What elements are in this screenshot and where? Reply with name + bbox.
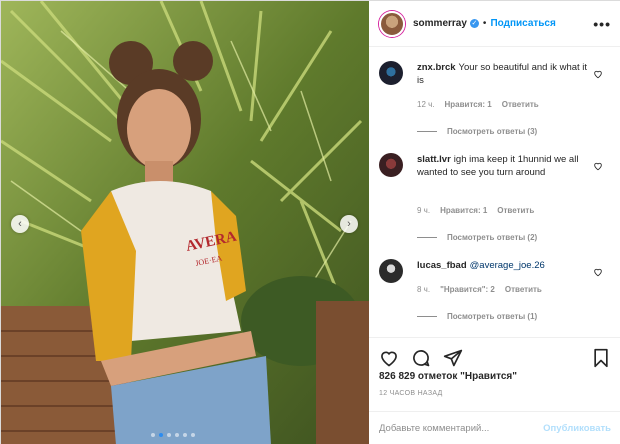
commenter-avatar[interactable]	[379, 259, 403, 283]
separator-dot: •	[482, 18, 487, 29]
view-replies-button[interactable]: Посмотреть ответы (1)	[417, 312, 537, 321]
publish-button[interactable]: Опубликовать	[543, 423, 611, 434]
carousel-dot	[191, 433, 195, 437]
chevron-left-icon: ‹	[18, 218, 22, 230]
share-icon[interactable]	[443, 348, 463, 368]
view-replies-label: Посмотреть ответы (2)	[447, 233, 538, 242]
view-replies-button[interactable]: Посмотреть ответы (2)	[417, 233, 537, 242]
replies-divider	[417, 316, 437, 317]
more-options-button[interactable]: •••	[593, 16, 611, 32]
comment-time: 8 ч.	[417, 285, 431, 294]
view-replies-button[interactable]: Посмотреть ответы (3)	[417, 127, 537, 136]
comments-list: znx.brck Your so beautiful and ik what it…	[369, 47, 620, 337]
comment-input[interactable]	[379, 423, 544, 434]
reply-button[interactable]: Ответить	[502, 100, 539, 109]
post-sidebar: sommerray ✓ • Подписаться ••• znx.brck Yo…	[369, 1, 620, 444]
commenter-avatar[interactable]	[379, 153, 403, 177]
author-username[interactable]: sommerray	[413, 18, 467, 29]
comment-meta: 12 ч. Нравится: 1 Ответить	[417, 100, 539, 109]
carousel-dot	[151, 433, 155, 437]
comment-text: lucas_fbad @average_joe.26	[417, 259, 589, 272]
carousel-dot	[183, 433, 187, 437]
add-comment-bar: Опубликовать	[369, 411, 620, 444]
like-comment-heart-icon[interactable]	[593, 161, 603, 171]
like-comment-heart-icon[interactable]	[593, 267, 603, 277]
comment-time: 9 ч.	[417, 206, 431, 215]
post-modal: AVERA JOE·EA ‹ › sommerray ✓ • Подписать…	[0, 0, 620, 444]
chevron-right-icon: ›	[347, 218, 351, 230]
replies-divider	[417, 131, 437, 132]
previous-photo-button[interactable]: ‹	[11, 215, 29, 233]
comment-likes[interactable]: "Нравится": 2	[440, 285, 495, 294]
likes-count[interactable]: 826 829 отметок "Нравится"	[379, 371, 517, 382]
comment-likes[interactable]: Нравится: 1	[445, 100, 492, 109]
view-replies-label: Посмотреть ответы (3)	[447, 127, 538, 136]
reply-button[interactable]: Ответить	[505, 285, 542, 294]
next-photo-button[interactable]: ›	[340, 215, 358, 233]
reply-button[interactable]: Ответить	[497, 206, 534, 215]
bookmark-icon[interactable]	[591, 348, 611, 368]
post-timestamp: 12 ЧАСОВ НАЗАД	[379, 390, 443, 397]
commenter-username[interactable]: lucas_fbad	[417, 260, 467, 271]
like-comment-heart-icon[interactable]	[593, 69, 603, 79]
carousel-dot	[167, 433, 171, 437]
heart-icon[interactable]	[379, 348, 399, 368]
comment-meta: 9 ч. Нравится: 1 Ответить	[417, 206, 534, 215]
comment-likes[interactable]: Нравится: 1	[440, 206, 487, 215]
carousel-indicator	[151, 433, 195, 437]
comment-text: znx.brck Your so beautiful and ik what it…	[417, 61, 589, 87]
verified-icon: ✓	[469, 19, 479, 28]
author-avatar[interactable]	[379, 10, 405, 37]
post-header: sommerray ✓ • Подписаться •••	[369, 1, 620, 47]
comment-mention[interactable]: @average_joe.26	[470, 260, 545, 271]
commenter-username[interactable]: znx.brck	[417, 62, 456, 73]
carousel-dot-active	[159, 433, 163, 437]
photo-illustration: AVERA JOE·EA	[1, 1, 369, 444]
view-replies-label: Посмотреть ответы (1)	[447, 312, 538, 321]
replies-divider	[417, 237, 437, 238]
carousel-dot	[175, 433, 179, 437]
comment-meta: 8 ч. "Нравится": 2 Ответить	[417, 285, 542, 294]
commenter-avatar[interactable]	[379, 61, 403, 85]
comment-icon[interactable]	[411, 348, 431, 368]
comment-text: slatt.lvr igh ima keep it 1hunnid we all …	[417, 153, 589, 179]
comment-time: 12 ч.	[417, 100, 435, 109]
commenter-username[interactable]: slatt.lvr	[417, 154, 451, 165]
follow-button[interactable]: Подписаться	[490, 18, 555, 29]
post-photo[interactable]: AVERA JOE·EA ‹ ›	[1, 1, 369, 444]
